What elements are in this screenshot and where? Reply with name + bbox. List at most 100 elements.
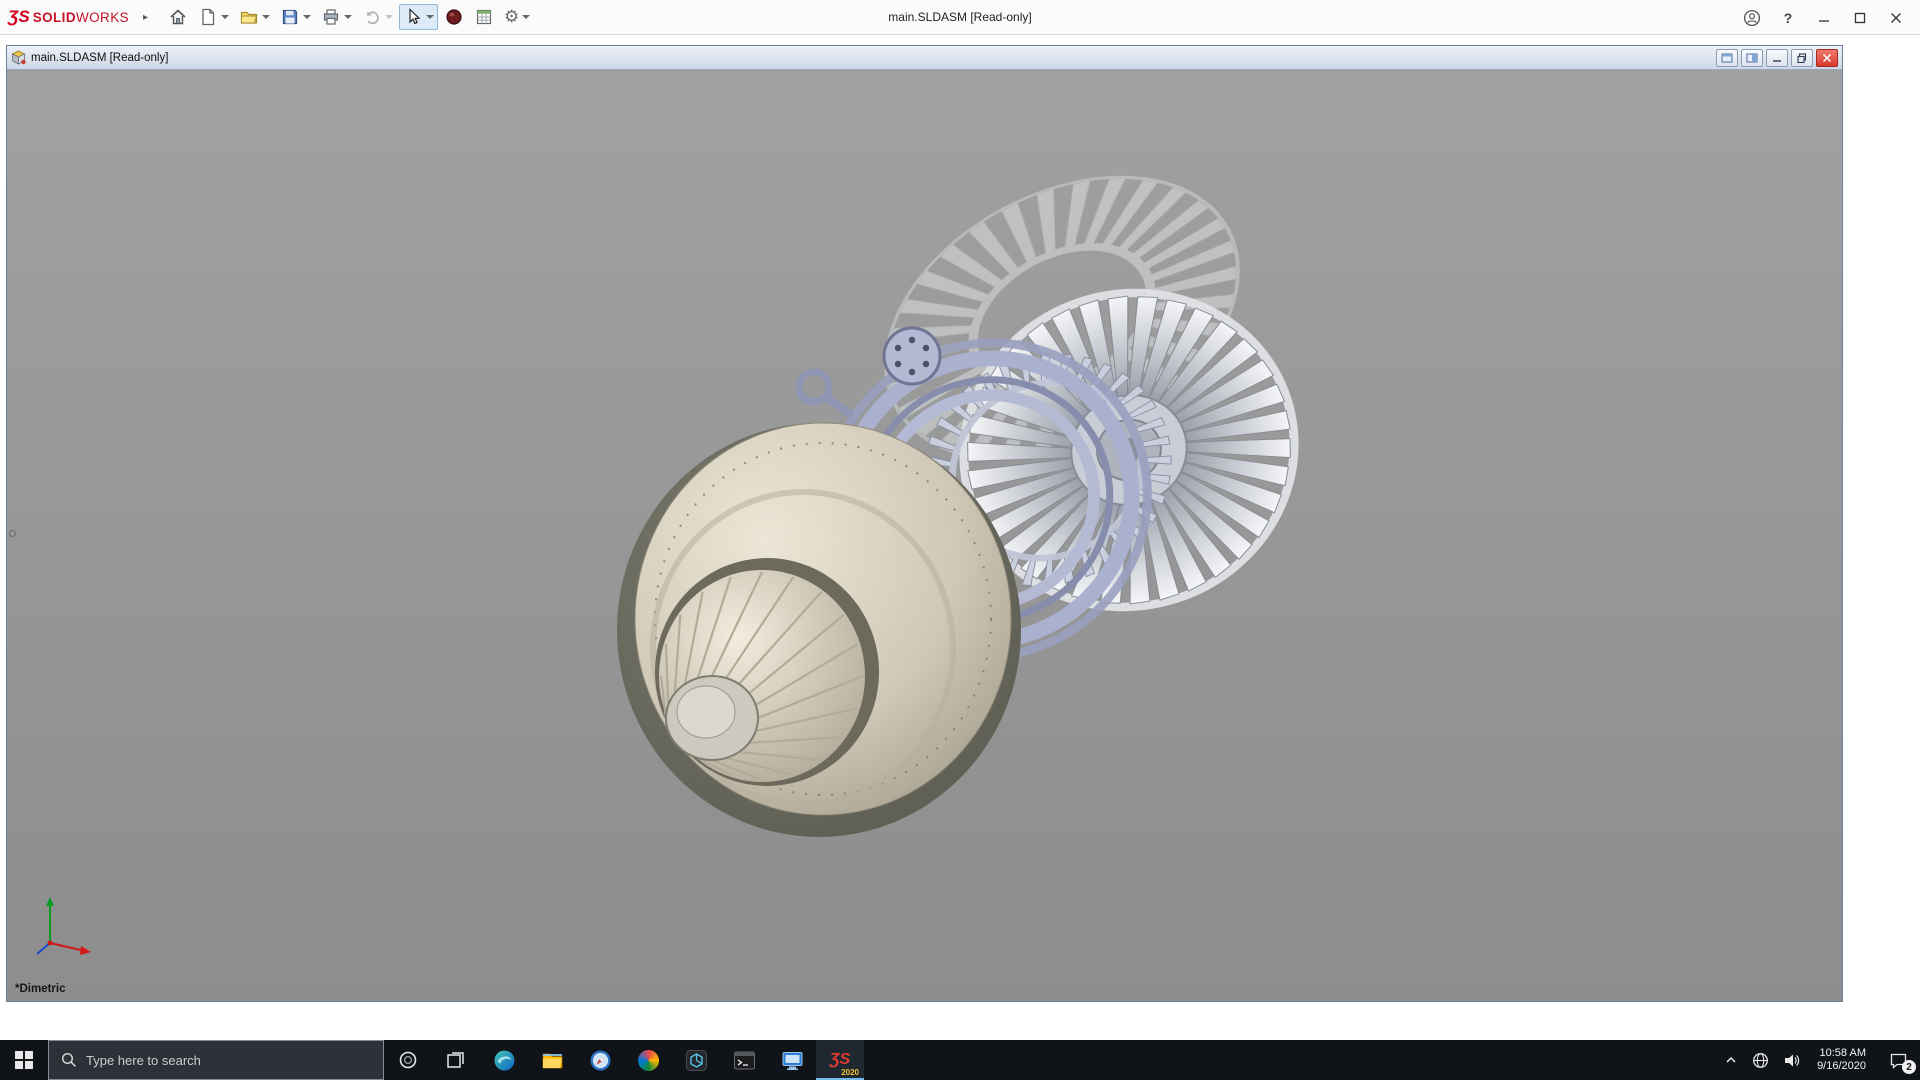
doc-pane-button-2[interactable]: [1741, 48, 1763, 67]
save-dropdown-caret[interactable]: [303, 15, 312, 19]
account-button[interactable]: [1736, 4, 1768, 32]
home-button[interactable]: [164, 4, 192, 30]
solidworks-desktop: ƷS SOLID WORKS ▸ ⚙ main.SLDASM [Read-onl…: [0, 0, 1920, 1080]
clock-date: 9/16/2020: [1817, 1060, 1866, 1072]
dark-cube-app-icon: [685, 1049, 707, 1071]
engine-3d-model[interactable]: [7, 70, 1842, 1001]
open-dropdown-caret[interactable]: [262, 15, 271, 19]
select-dropdown-caret[interactable]: [426, 15, 435, 19]
logo-bold: SOLID: [32, 10, 76, 25]
close-icon: [1891, 12, 1901, 23]
app-file-explorer[interactable]: [528, 1040, 576, 1080]
report-table-icon: [476, 9, 492, 25]
pane-icon: [1721, 53, 1733, 62]
start-icon: [15, 1051, 33, 1069]
notification-badge: 2: [1902, 1060, 1916, 1074]
lifting-eyelet: [795, 368, 855, 419]
doc-restore-button[interactable]: [1791, 48, 1813, 67]
task-view-button[interactable]: [432, 1040, 480, 1080]
app-titlebar: ƷS SOLID WORKS ▸ ⚙ main.SLDASM [Read-onl…: [0, 0, 1920, 35]
help-icon: ?: [1783, 9, 1793, 26]
clock-time: 10:58 AM: [1819, 1047, 1866, 1059]
settings-gear-icon: ⚙: [504, 7, 520, 26]
home-icon: [170, 9, 186, 25]
minimize-button[interactable]: [1808, 4, 1840, 32]
undo-icon: [366, 11, 379, 25]
document-window-controls: [1716, 48, 1838, 67]
open-folder-icon: [240, 11, 258, 24]
solidworks-app-icon: ƷS: [829, 1051, 851, 1068]
main-toolbar: ƷS SOLID WORKS ▸ ⚙: [0, 4, 534, 30]
undo-button[interactable]: [358, 4, 397, 30]
search-icon: [61, 1052, 77, 1068]
new-document-icon: [202, 8, 215, 26]
account-icon: [1743, 9, 1761, 26]
doc-minimize-button[interactable]: [1766, 48, 1788, 67]
help-button[interactable]: ?: [1772, 4, 1804, 32]
doc-close-button[interactable]: [1816, 48, 1838, 67]
terminal-app-icon: [733, 1051, 755, 1069]
solidworks-logo: ƷS SOLID WORKS: [8, 7, 129, 27]
taskbar-search[interactable]: [48, 1040, 384, 1080]
cortana-button[interactable]: [384, 1040, 432, 1080]
doc-pane-button-1[interactable]: [1716, 48, 1738, 67]
network-button[interactable]: [1745, 1040, 1776, 1080]
system-tray: 10:58 AM 9/16/2020 2: [1717, 1040, 1920, 1080]
graphics-viewport[interactable]: *Dimetric: [7, 70, 1842, 1001]
app-terminal[interactable]: [720, 1040, 768, 1080]
sphere-tool-button[interactable]: [440, 4, 468, 30]
app-browser[interactable]: [576, 1040, 624, 1080]
report-button[interactable]: [470, 4, 498, 30]
sphere-icon: [446, 9, 462, 25]
maximize-icon: [1854, 12, 1866, 23]
network-icon: [1753, 1052, 1769, 1068]
titlebar-right-controls: ?: [1736, 0, 1920, 35]
save-icon: [282, 9, 298, 25]
print-dropdown-caret[interactable]: [344, 15, 353, 19]
new-dropdown-caret[interactable]: [221, 15, 230, 19]
open-button[interactable]: [235, 4, 274, 30]
save-button[interactable]: [276, 4, 315, 30]
print-button[interactable]: [317, 4, 356, 30]
workspace: main.SLDASM [Read-only] *Dimetric: [0, 35, 1920, 1040]
start-button[interactable]: [0, 1040, 48, 1080]
view-orientation-label: *Dimetric: [15, 983, 66, 995]
assembly-cube-icon: [11, 50, 26, 65]
tray-show-hidden-button[interactable]: [1717, 1040, 1745, 1080]
bolt-flange: [882, 326, 942, 386]
document-titlebar[interactable]: main.SLDASM [Read-only]: [7, 46, 1842, 70]
volume-button[interactable]: [1776, 1040, 1807, 1080]
document-window: main.SLDASM [Read-only] *Dimetric: [6, 45, 1843, 1002]
solidworks-year-badge: 2020: [841, 1068, 859, 1077]
action-center-button[interactable]: 2: [1876, 1040, 1920, 1080]
feature-pane-collapse-marker[interactable]: [9, 530, 16, 537]
expand-arrow-icon[interactable]: ▸: [143, 12, 148, 23]
file-explorer-icon: [542, 1053, 562, 1068]
settings-button[interactable]: ⚙: [500, 4, 534, 30]
app-edge[interactable]: [480, 1040, 528, 1080]
logo-mark: ƷS: [8, 7, 30, 26]
windows-taskbar: ƷS 2020: [0, 1040, 1920, 1080]
select-tool-button[interactable]: [399, 4, 439, 30]
app-solidworks[interactable]: ƷS 2020: [816, 1040, 864, 1080]
close-button[interactable]: [1880, 4, 1912, 32]
doc-restore-icon: [1797, 52, 1807, 63]
display-app-icon: [782, 1051, 802, 1070]
app-dark-cube[interactable]: [672, 1040, 720, 1080]
app-display[interactable]: [768, 1040, 816, 1080]
photos-icon: [637, 1049, 659, 1071]
doc-close-icon: [1822, 53, 1832, 62]
search-input[interactable]: [86, 1052, 346, 1068]
browser-compass-icon: [590, 1050, 610, 1070]
taskbar-clock[interactable]: 10:58 AM 9/16/2020: [1807, 1040, 1876, 1080]
edge-icon: [494, 1050, 514, 1070]
tray-chevron-icon: [1726, 1056, 1736, 1063]
maximize-button[interactable]: [1844, 4, 1876, 32]
settings-dropdown-caret[interactable]: [522, 15, 531, 19]
new-document-button[interactable]: [194, 4, 233, 30]
app-photos[interactable]: [624, 1040, 672, 1080]
task-view-icon: [447, 1052, 464, 1068]
cortana-icon: [399, 1051, 417, 1069]
undo-dropdown-caret[interactable]: [385, 15, 394, 19]
pane-icon: [1746, 53, 1758, 62]
